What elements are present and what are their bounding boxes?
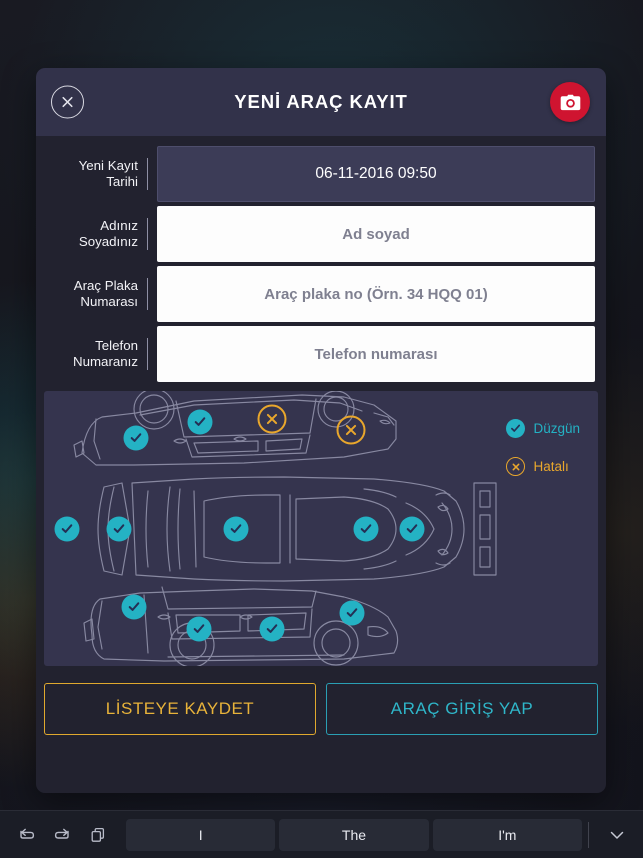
- check-icon: [506, 419, 526, 438]
- field-label: Araç Plaka Numarası: [73, 278, 138, 309]
- label-cell: Yeni Kayıt Tarihi: [44, 146, 148, 202]
- suggestion-chip[interactable]: I'm: [432, 818, 582, 851]
- legend-label: Hatalı: [533, 459, 569, 474]
- damage-marker-bad[interactable]: [257, 404, 287, 434]
- field-placeholder: Araç plaka no (Örn. 34 HQQ 01): [264, 285, 488, 303]
- screen: YENİ ARAÇ KAYIT Yeni Kayıt Tarihi 06-11-…: [0, 0, 643, 858]
- redo-icon[interactable]: [44, 817, 80, 853]
- suggestion-strip: I The I'm: [126, 818, 582, 851]
- field-value: 06-11-2016 09:50: [315, 165, 437, 182]
- camera-icon[interactable]: [550, 82, 590, 122]
- modal-header: YENİ ARAÇ KAYIT: [36, 68, 606, 136]
- registration-date-field[interactable]: 06-11-2016 09:50: [157, 146, 595, 202]
- damage-marker-ok[interactable]: [259, 616, 285, 642]
- damage-marker-ok[interactable]: [121, 594, 147, 620]
- new-vehicle-registration-modal: YENİ ARAÇ KAYIT Yeni Kayıt Tarihi 06-11-…: [36, 68, 606, 793]
- full-name-input[interactable]: Ad soyad: [157, 206, 595, 262]
- save-to-list-button[interactable]: LİSTEYE KAYDET: [44, 683, 316, 735]
- form-row-date: Yeni Kayıt Tarihi 06-11-2016 09:50: [44, 146, 595, 202]
- label-cell: Araç Plaka Numarası: [44, 266, 148, 322]
- legend-label: Düzgün: [533, 421, 580, 436]
- suggestion-chip[interactable]: I: [126, 818, 276, 851]
- cross-icon: [506, 457, 526, 476]
- paste-icon[interactable]: [80, 817, 116, 853]
- vehicle-damage-diagram: Düzgün Hatalı: [44, 391, 598, 666]
- damage-marker-ok[interactable]: [123, 425, 149, 451]
- damage-marker-ok[interactable]: [54, 516, 80, 542]
- legend-item-ok: Düzgün: [506, 419, 580, 438]
- damage-marker-ok[interactable]: [223, 516, 249, 542]
- damage-marker-ok[interactable]: [353, 516, 379, 542]
- damage-marker-ok[interactable]: [186, 616, 212, 642]
- field-placeholder: Ad soyad: [342, 225, 410, 243]
- form-row-plate: Araç Plaka Numarası Araç plaka no (Örn. …: [44, 266, 595, 322]
- keyboard-toolbar: I The I'm: [0, 810, 643, 858]
- chevron-down-icon[interactable]: [599, 817, 635, 853]
- damage-marker-ok[interactable]: [187, 409, 213, 435]
- phone-number-input[interactable]: Telefon numarası: [157, 326, 595, 382]
- registration-form: Yeni Kayıt Tarihi 06-11-2016 09:50 Adını…: [36, 136, 606, 382]
- field-label: Yeni Kayıt Tarihi: [78, 158, 138, 189]
- suggestion-chip[interactable]: The: [279, 818, 429, 851]
- vehicle-entry-button[interactable]: ARAÇ GİRİŞ YAP: [326, 683, 598, 735]
- field-label: Adınız Soyadınız: [78, 218, 138, 249]
- damage-marker-ok[interactable]: [339, 600, 365, 626]
- field-placeholder: Telefon numarası: [314, 345, 438, 363]
- diagram-legend: Düzgün Hatalı: [506, 419, 580, 495]
- label-cell: Telefon Numaranız: [44, 326, 148, 382]
- undo-icon[interactable]: [8, 817, 44, 853]
- label-cell: Adınız Soyadınız: [44, 206, 148, 262]
- form-row-name: Adınız Soyadınız Ad soyad: [44, 206, 595, 262]
- form-row-phone: Telefon Numaranız Telefon numarası: [44, 326, 595, 382]
- damage-marker-ok[interactable]: [399, 516, 425, 542]
- page-title: YENİ ARAÇ KAYIT: [234, 91, 408, 112]
- field-label: Telefon Numaranız: [72, 338, 138, 369]
- legend-item-bad: Hatalı: [506, 457, 580, 476]
- damage-marker-ok[interactable]: [106, 516, 132, 542]
- damage-marker-bad[interactable]: [336, 415, 366, 445]
- toolbar-divider: [588, 821, 589, 848]
- plate-number-input[interactable]: Araç plaka no (Örn. 34 HQQ 01): [157, 266, 595, 322]
- action-buttons: LİSTEYE KAYDET ARAÇ GİRİŞ YAP: [44, 683, 598, 735]
